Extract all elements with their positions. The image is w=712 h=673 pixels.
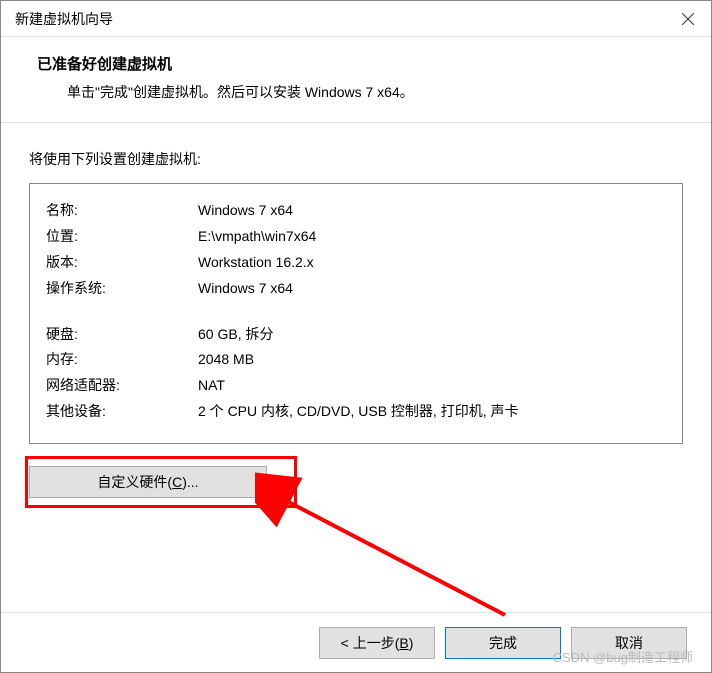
button-label-pre: < 上一步( <box>341 635 400 651</box>
summary-row-os: 操作系统:Windows 7 x64 <box>46 276 666 302</box>
header-subtitle: 单击"完成"创建虚拟机。然后可以安装 Windows 7 x64。 <box>67 82 675 102</box>
content-area: 将使用下列设置创建虚拟机: 名称:Windows 7 x64 位置:E:\vmp… <box>1 123 711 612</box>
summary-row-other: 其他设备:2 个 CPU 内核, CD/DVD, USB 控制器, 打印机, 声… <box>46 399 666 425</box>
summary-label: 其他设备: <box>46 399 198 425</box>
summary-row-disk: 硬盘:60 GB, 拆分 <box>46 322 666 348</box>
customize-hardware-button[interactable]: 自定义硬件(C)... <box>29 466 267 498</box>
close-button[interactable] <box>665 1 711 37</box>
titlebar: 新建虚拟机向导 <box>1 1 711 37</box>
summary-label: 硬盘: <box>46 322 198 348</box>
summary-value: 60 GB, 拆分 <box>198 322 666 348</box>
button-label-underline: B <box>399 635 408 651</box>
summary-label: 内存: <box>46 347 198 373</box>
summary-value: 2048 MB <box>198 347 666 373</box>
summary-label: 版本: <box>46 250 198 276</box>
button-label-post: ) <box>409 635 414 651</box>
summary-row-name: 名称:Windows 7 x64 <box>46 198 666 224</box>
footer: < 上一步(B) 完成 取消 <box>1 612 711 672</box>
summary-value: E:\vmpath\win7x64 <box>198 224 666 250</box>
button-label-post: )... <box>182 474 198 490</box>
summary-label: 操作系统: <box>46 276 198 302</box>
summary-gap <box>46 302 666 322</box>
customize-hardware-wrap: 自定义硬件(C)... <box>29 466 683 498</box>
button-label-pre: 自定义硬件( <box>97 474 172 490</box>
summary-label: 名称: <box>46 198 198 224</box>
button-label-underline: C <box>172 474 182 490</box>
summary-label: 位置: <box>46 224 198 250</box>
summary-label: 网络适配器: <box>46 373 198 399</box>
summary-box: 名称:Windows 7 x64 位置:E:\vmpath\win7x64 版本… <box>29 183 683 444</box>
cancel-button[interactable]: 取消 <box>571 627 687 659</box>
summary-value: NAT <box>198 373 666 399</box>
back-button[interactable]: < 上一步(B) <box>319 627 435 659</box>
summary-row-network: 网络适配器:NAT <box>46 373 666 399</box>
new-vm-wizard-dialog: 新建虚拟机向导 已准备好创建虚拟机 单击"完成"创建虚拟机。然后可以安装 Win… <box>0 0 712 673</box>
close-icon <box>682 13 694 25</box>
summary-row-version: 版本:Workstation 16.2.x <box>46 250 666 276</box>
finish-button[interactable]: 完成 <box>445 627 561 659</box>
summary-row-location: 位置:E:\vmpath\win7x64 <box>46 224 666 250</box>
dialog-title: 新建虚拟机向导 <box>15 9 113 29</box>
header: 已准备好创建虚拟机 单击"完成"创建虚拟机。然后可以安装 Windows 7 x… <box>1 37 711 123</box>
summary-value: Windows 7 x64 <box>198 198 666 224</box>
summary-value: Windows 7 x64 <box>198 276 666 302</box>
settings-label: 将使用下列设置创建虚拟机: <box>29 149 683 169</box>
summary-row-memory: 内存:2048 MB <box>46 347 666 373</box>
summary-value: Workstation 16.2.x <box>198 250 666 276</box>
summary-value: 2 个 CPU 内核, CD/DVD, USB 控制器, 打印机, 声卡 <box>198 399 666 425</box>
header-title: 已准备好创建虚拟机 <box>37 53 675 74</box>
